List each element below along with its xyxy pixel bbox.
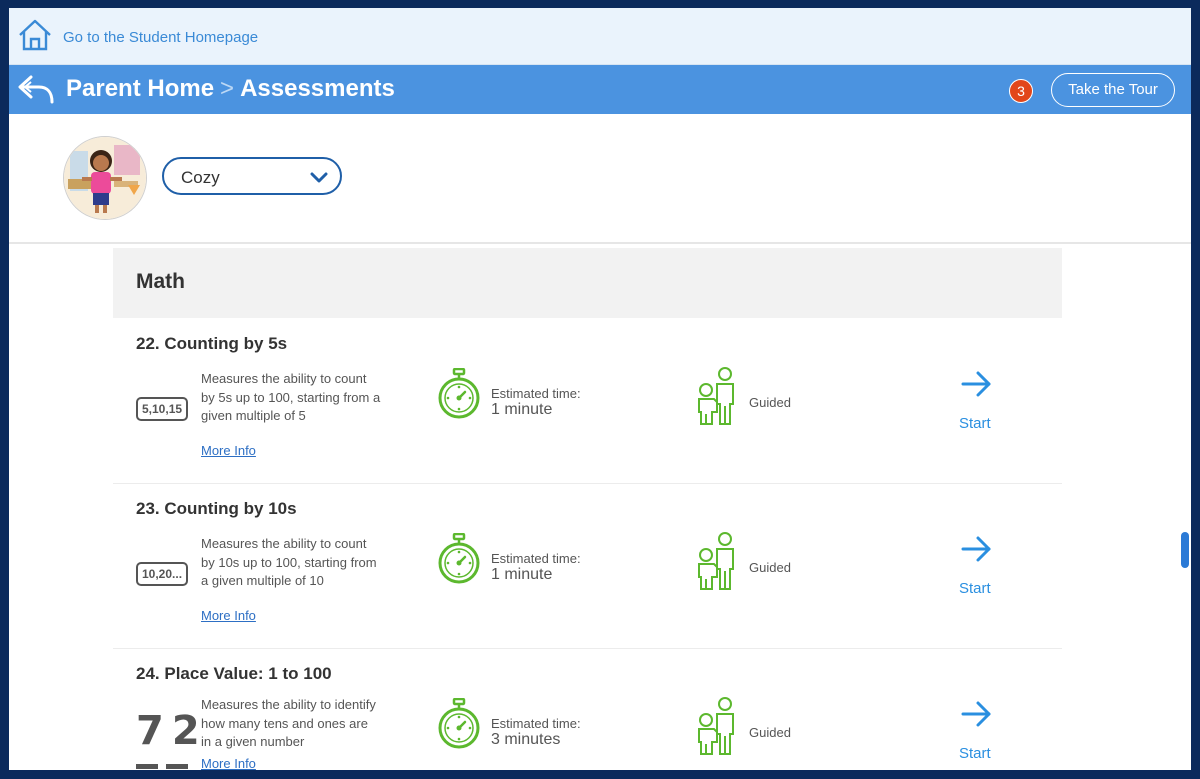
assessment-item: 23. Counting by 10s 10,20... Measures th… <box>113 483 1062 649</box>
breadcrumb-parent-home[interactable]: Parent Home <box>66 75 214 102</box>
right-arrow-icon[interactable] <box>961 700 993 733</box>
assessment-item: 24. Place Value: 1 to 100 72 Measures th… <box>113 648 1062 770</box>
place-value-thumbnail: 72 <box>136 708 208 769</box>
page-header: Parent Home > Assessments 3 Take the Tour <box>9 65 1191 114</box>
estimated-time-value: 3 minutes <box>491 731 561 748</box>
breadcrumb-current: Assessments <box>240 75 395 102</box>
breadcrumb-separator: > <box>220 75 235 102</box>
guided-label: Guided <box>749 560 791 575</box>
notification-badge[interactable]: 3 <box>1009 79 1033 103</box>
app-window: Go to the Student Homepage Parent Home > A… <box>9 8 1191 770</box>
student-avatar <box>63 136 147 220</box>
assessment-description: Measures the ability to count by 10s up … <box>201 536 377 588</box>
parent-child-icon <box>696 366 738 431</box>
assessment-item: 22. Counting by 5s 5,10,15 Measures the … <box>113 318 1062 484</box>
tens-underline <box>136 764 158 769</box>
more-info-link[interactable]: More Info <box>201 756 256 770</box>
stopwatch-icon <box>436 532 482 590</box>
place-value-digits: 72 <box>136 708 208 754</box>
right-arrow-icon[interactable] <box>961 370 993 403</box>
ones-underline <box>166 764 188 769</box>
student-profile-bar: Cozy <box>9 114 1191 244</box>
start-button[interactable]: Start <box>959 580 991 597</box>
student-homepage-label: Go to the Student Homepage <box>63 29 259 46</box>
student-homepage-bar: Go to the Student Homepage <box>9 8 1191 65</box>
assessment-title: 24. Place Value: 1 to 100 <box>136 664 332 683</box>
guided-label: Guided <box>749 395 791 410</box>
student-dropdown[interactable]: Cozy <box>162 157 342 195</box>
assessment-thumbnail: 10,20... <box>136 562 189 586</box>
take-the-tour-button[interactable]: Take the Tour <box>1051 73 1175 107</box>
parent-child-icon <box>696 531 738 596</box>
stopwatch-icon <box>436 697 482 755</box>
scrollbar-thumb[interactable] <box>1181 532 1189 568</box>
right-arrow-icon[interactable] <box>961 535 993 568</box>
parent-child-icon <box>696 696 738 761</box>
assessment-title: 22. Counting by 5s <box>136 334 288 353</box>
subject-title: Math <box>136 270 185 293</box>
estimated-time-label: Estimated time: <box>491 386 581 401</box>
assessment-list: Math 22. Counting by 5s 5,10,15 Measures… <box>9 244 1191 770</box>
assessment-description: Measures the ability to count by 5s up t… <box>201 371 381 423</box>
house-icon <box>17 18 53 57</box>
student-dropdown-value: Cozy <box>181 168 220 187</box>
student-homepage-link[interactable]: Go to the Student Homepage <box>17 18 258 57</box>
estimated-time-value: 1 minute <box>491 566 553 583</box>
estimated-time-label: Estimated time: <box>491 551 581 566</box>
more-info-link[interactable]: More Info <box>201 608 256 623</box>
chevron-down-icon <box>310 171 328 189</box>
assessment-description: Measures the ability to identify how man… <box>201 697 376 749</box>
estimated-time-label: Estimated time: <box>491 716 581 731</box>
start-button[interactable]: Start <box>959 415 991 432</box>
stopwatch-icon <box>436 367 482 425</box>
back-arrow-icon[interactable] <box>17 73 57 110</box>
start-button[interactable]: Start <box>959 745 991 762</box>
more-info-link[interactable]: More Info <box>201 443 256 458</box>
assessment-thumbnail: 5,10,15 <box>136 397 189 421</box>
estimated-time-value: 1 minute <box>491 401 553 418</box>
guided-label: Guided <box>749 725 791 740</box>
subject-header: Math <box>113 248 1062 318</box>
assessment-title: 23. Counting by 10s <box>136 499 297 518</box>
breadcrumb: Parent Home > Assessments <box>66 75 395 103</box>
